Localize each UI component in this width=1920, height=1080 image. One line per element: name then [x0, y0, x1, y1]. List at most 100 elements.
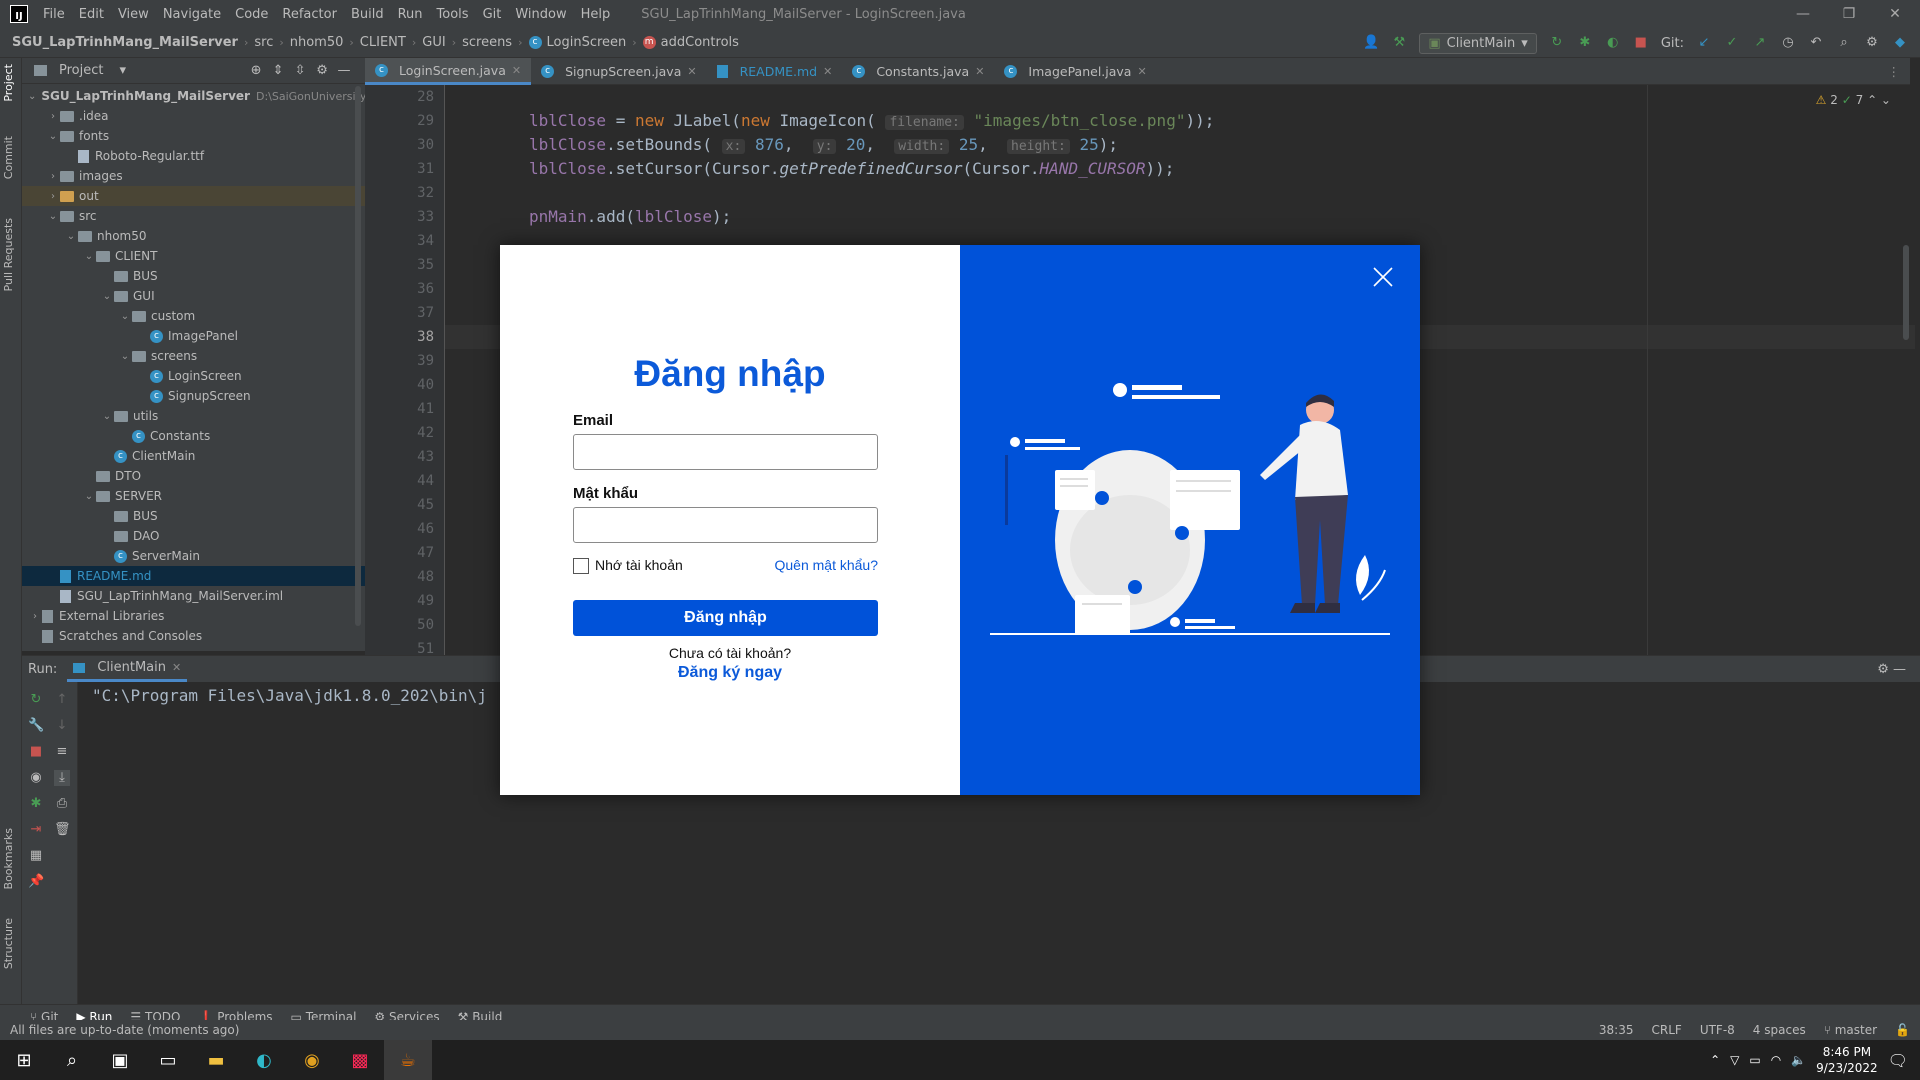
tab-signupscreen[interactable]: c SignupScreen.java ✕ — [531, 58, 706, 85]
tree-scrollbar[interactable] — [355, 86, 361, 626]
intellij-app-icon[interactable]: ▩ — [336, 1040, 384, 1080]
tree-item[interactable]: Scratches and Consoles — [22, 626, 365, 646]
menu-git[interactable]: Git — [476, 7, 509, 22]
camera-icon[interactable]: ◉ — [28, 770, 44, 786]
tree-item[interactable]: › out — [22, 186, 365, 206]
windows-start-icon[interactable]: ⊞ — [0, 1040, 48, 1080]
chevron-right-icon[interactable]: › — [46, 111, 60, 122]
tool-tab-project[interactable]: Project — [2, 64, 15, 102]
menu-refactor[interactable]: Refactor — [275, 7, 344, 22]
tool-tab-bookmarks[interactable]: Bookmarks — [2, 828, 15, 889]
tree-item[interactable]: SGU_LapTrinhMang_MailServer.iml — [22, 586, 365, 606]
editor-scrollbar[interactable] — [1903, 245, 1909, 340]
gear-icon[interactable]: ⚙ — — [1877, 662, 1920, 677]
soft-wrap-icon[interactable]: ≡ — [54, 744, 70, 760]
tree-item[interactable]: ⌄ fonts — [22, 126, 365, 146]
chevron-right-icon[interactable]: › — [28, 611, 42, 622]
chevron-down-icon[interactable]: ⌄ — [28, 91, 36, 102]
close-tab-icon[interactable]: ✕ — [823, 65, 832, 78]
rerun-icon[interactable]: ↻ — [28, 692, 44, 708]
tray-app-icon[interactable]: ▽ — [1730, 1053, 1739, 1067]
stop-icon[interactable]: ■ — [1633, 35, 1649, 51]
jetbrains-icon[interactable]: ◆ — [1892, 35, 1908, 51]
user-icon[interactable]: 👤 — [1363, 35, 1379, 51]
tree-item[interactable]: › .idea — [22, 106, 365, 126]
task-view-icon[interactable]: ▣ — [96, 1040, 144, 1080]
menu-window[interactable]: Window — [508, 7, 573, 22]
tab-imagepanel[interactable]: c ImagePanel.java ✕ — [994, 58, 1156, 85]
tree-item[interactable]: ⌄ nhom50 — [22, 226, 365, 246]
tool-tab-commit[interactable]: Commit — [2, 136, 15, 179]
edge-icon[interactable]: ◐ — [240, 1040, 288, 1080]
trash-icon[interactable]: 🗑 — [54, 822, 71, 838]
rerun-icon[interactable]: ↻ — [1549, 35, 1565, 51]
tree-item[interactable]: BUS — [22, 506, 365, 526]
scroll-to-end-icon[interactable]: ⤓ — [54, 770, 70, 786]
chevron-right-icon[interactable]: › — [46, 171, 60, 182]
tree-item[interactable]: Roboto-Regular.ttf — [22, 146, 365, 166]
breadcrumb-screens[interactable]: screens — [456, 35, 518, 50]
menu-tools[interactable]: Tools — [430, 7, 476, 22]
tree-item[interactable]: › images — [22, 166, 365, 186]
git-commit-icon[interactable]: ✓ — [1724, 35, 1740, 51]
chevron-right-icon[interactable]: › — [46, 191, 60, 202]
gear-icon[interactable]: ⚙ — [314, 63, 330, 79]
caret-position[interactable]: 38:35 — [1599, 1023, 1634, 1037]
tray-chevron-icon[interactable]: ⌃ — [1710, 1053, 1720, 1067]
tree-item[interactable]: ⌄ custom — [22, 306, 365, 326]
tree-item[interactable]: ⌄ src — [22, 206, 365, 226]
java-app-icon[interactable]: ☕ — [384, 1040, 432, 1080]
battery-icon[interactable]: ▭ — [1749, 1053, 1760, 1067]
menu-navigate[interactable]: Navigate — [156, 7, 228, 22]
menu-edit[interactable]: Edit — [72, 7, 111, 22]
close-tab-icon[interactable]: ✕ — [1137, 65, 1146, 78]
tree-item[interactable]: ⌄ screens — [22, 346, 365, 366]
indent-setting[interactable]: 4 spaces — [1753, 1023, 1806, 1037]
file-encoding[interactable]: UTF-8 — [1700, 1023, 1735, 1037]
close-icon[interactable] — [1371, 265, 1395, 289]
rollback-icon[interactable]: ↶ — [1808, 35, 1824, 51]
inspection-widget[interactable]: ⚠ 2 ✓ 7 ⌃ ⌄ — [1816, 93, 1891, 107]
close-tab-icon[interactable]: ✕ — [975, 65, 984, 78]
tab-constants[interactable]: c Constants.java ✕ — [842, 58, 994, 85]
tree-item[interactable]: c LoginScreen — [22, 366, 365, 386]
tree-item[interactable]: BUS — [22, 266, 365, 286]
history-icon[interactable]: ◷ — [1780, 35, 1796, 51]
chevron-down-icon[interactable]: ⌄ — [64, 231, 78, 242]
login-button[interactable]: Đăng nhập — [573, 600, 878, 636]
maximize-icon[interactable]: ❐ — [1826, 0, 1872, 28]
run-tab-clientmain[interactable]: ClientMain ✕ — [67, 656, 188, 682]
breadcrumb-nhom50[interactable]: nhom50 — [284, 35, 350, 50]
tree-item[interactable]: ⌄ SGU_LapTrinhMang_MailServer D:\SaiGonUni… — [22, 86, 378, 106]
debug-icon[interactable]: ✱ — [28, 796, 44, 812]
password-field[interactable] — [573, 507, 878, 543]
menu-view[interactable]: View — [111, 7, 156, 22]
wifi-icon[interactable]: ◠ — [1771, 1053, 1781, 1067]
breadcrumb-addcontrols[interactable]: m addControls — [637, 35, 745, 50]
tab-readme[interactable]: README.md ✕ — [707, 58, 843, 85]
search-icon[interactable]: ⌕ — [1836, 35, 1852, 51]
menu-help[interactable]: Help — [574, 7, 618, 22]
chevron-down-icon[interactable]: ⌄ — [100, 411, 114, 422]
more-tabs-icon[interactable]: ⋮ — [1878, 58, 1911, 84]
tree-item[interactable]: DAO — [22, 526, 365, 546]
collapse-all-icon[interactable]: ⇳ — [292, 63, 308, 79]
close-tab-icon[interactable]: ✕ — [172, 661, 181, 674]
expand-all-icon[interactable]: ⇕ — [270, 63, 286, 79]
hide-panel-icon[interactable]: — — [336, 63, 352, 79]
locate-icon[interactable]: ⊕ — [248, 63, 264, 79]
tree-item[interactable]: ⌄ GUI — [22, 286, 365, 306]
debug-icon[interactable]: ✱ — [1577, 35, 1593, 51]
file-explorer-icon[interactable]: ▬ — [192, 1040, 240, 1080]
chevron-down-icon[interactable]: ▾ — [119, 63, 126, 78]
layout-icon[interactable]: ▦ — [28, 848, 44, 864]
breadcrumb-project[interactable]: SGU_LapTrinhMang_MailServer — [0, 35, 244, 50]
tree-item[interactable]: ⌄ CLIENT — [22, 246, 365, 266]
close-tab-icon[interactable]: ✕ — [512, 64, 521, 77]
terminal-app-icon[interactable]: ▭ — [144, 1040, 192, 1080]
tree-item[interactable]: README.md — [22, 566, 365, 586]
stop-icon[interactable]: ■ — [28, 744, 44, 760]
wrench-icon[interactable]: 🔧 — [28, 718, 44, 734]
breadcrumb-loginscreen[interactable]: c LoginScreen — [523, 35, 633, 50]
email-field[interactable] — [573, 434, 878, 470]
